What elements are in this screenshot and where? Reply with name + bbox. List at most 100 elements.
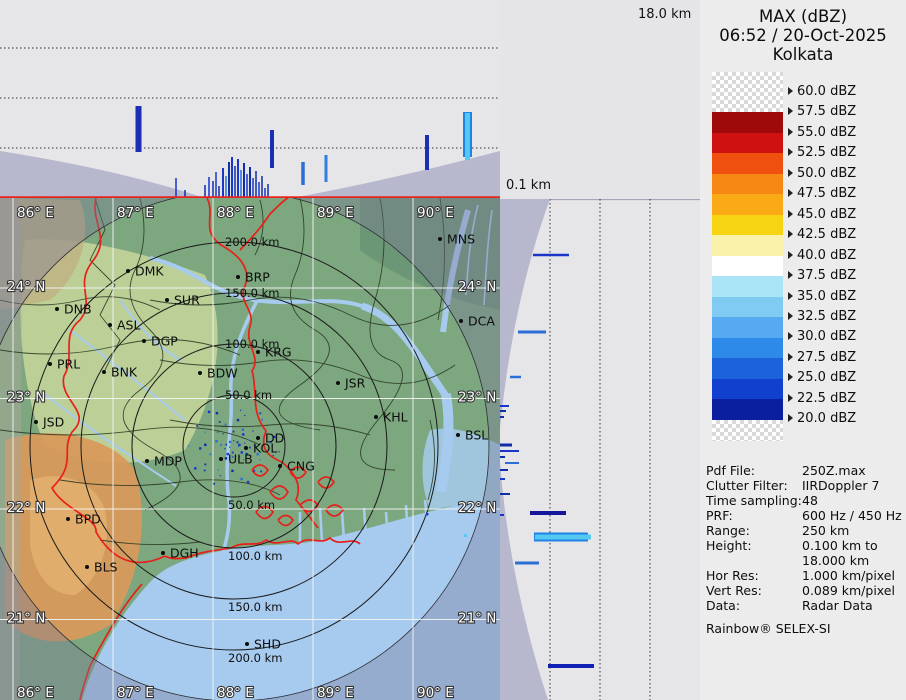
echo-profile-bar — [267, 184, 269, 197]
legend-label: 40.0 dBZ — [788, 249, 856, 263]
clutter-speckle — [205, 432, 206, 433]
geo-grid-label: 87° E — [117, 685, 154, 700]
geo-grid-label: 24° N — [7, 279, 45, 295]
info-row: Height:0.100 km to — [706, 538, 904, 553]
legend-label-text: 57.5 dBZ — [797, 104, 856, 119]
legend-tick-arrow-icon — [788, 189, 793, 197]
city-label: DGH — [170, 546, 199, 561]
city-label: ASL — [117, 318, 140, 333]
echo-profile-bar — [237, 159, 239, 197]
info-label: PRF: — [706, 508, 802, 523]
legend-label-text: 47.5 dBZ — [797, 186, 856, 201]
clutter-speckle — [220, 444, 222, 446]
legend-label: 55.0 dBZ — [788, 126, 856, 140]
legend-tick-arrow-icon — [788, 271, 793, 279]
radar-display-area: 50.0 km50.0 km100.0 km100.0 km150.0 km15… — [0, 0, 700, 700]
clutter-speckle — [233, 431, 235, 433]
city-dot — [236, 275, 240, 279]
echo-profile-bar — [325, 155, 328, 182]
clutter-speckle — [237, 419, 239, 421]
city-dot — [55, 307, 59, 311]
info-label: Range: — [706, 523, 802, 538]
city-label: SUR — [174, 293, 200, 308]
clutter-speckle — [252, 430, 253, 431]
echo-profile-bar — [249, 167, 251, 197]
ring-distance-label: 200.0 km — [228, 651, 282, 665]
legend-label: 30.0 dBZ — [788, 330, 856, 344]
echo-profile-bar — [500, 478, 505, 480]
legend-band — [712, 256, 783, 277]
clutter-speckle — [204, 470, 206, 472]
legend-band — [712, 379, 783, 400]
echo-profile-bar-core — [535, 535, 591, 540]
geo-grid-label: 90° E — [417, 685, 454, 700]
beam-shadow-wedge-top — [500, 199, 550, 428]
echo-profile-bar — [500, 444, 512, 447]
geo-grid-label: 90° E — [417, 205, 454, 221]
clutter-speckle — [220, 475, 221, 476]
geo-grid-label: 22° N — [7, 500, 45, 516]
echo-profile-bar — [252, 178, 254, 197]
clutter-speckle — [242, 433, 244, 435]
info-row: Clutter Filter:IIRDoppler 7 — [706, 478, 904, 493]
clutter-speckle — [248, 439, 249, 440]
echo-profile-bar — [264, 188, 266, 197]
echo-profile-bar — [301, 162, 305, 185]
legend-label: 25.0 dBZ — [788, 371, 856, 385]
clutter-speckle — [244, 415, 245, 416]
clutter-speckle — [217, 431, 218, 432]
clutter-speckle — [240, 410, 241, 411]
echo-profile-bar — [500, 469, 508, 471]
geo-grid-label: 21° N — [458, 611, 496, 627]
clutter-speckle — [209, 453, 211, 455]
clutter-speckle — [229, 447, 230, 448]
ring-distance-label: 100.0 km — [228, 549, 282, 563]
city-dot — [374, 415, 378, 419]
echo-profile-bar — [530, 511, 566, 515]
geo-grid-label: 86° E — [17, 205, 54, 221]
info-row: Hor Res:1.000 km/pixel — [706, 568, 904, 583]
clutter-speckle — [213, 483, 215, 485]
info-label: Time sampling: — [706, 493, 802, 508]
legend-label: 42.5 dBZ — [788, 228, 856, 242]
city-label: MNS — [447, 232, 475, 247]
info-value: 0.089 km/pixel — [802, 583, 904, 598]
clutter-speckle — [223, 433, 224, 434]
echo-profile-bar-core — [465, 113, 470, 160]
clutter-speckle — [238, 444, 240, 446]
ring-distance-label: 50.0 km — [228, 498, 275, 512]
city-dot — [165, 298, 169, 302]
legend-band — [712, 112, 783, 133]
city-dot — [102, 370, 106, 374]
echo-profile-bar — [258, 182, 260, 197]
info-label: Vert Res: — [706, 583, 802, 598]
city-label: BLS — [94, 560, 118, 575]
legend-label: 45.0 dBZ — [788, 208, 856, 222]
legend-tick-arrow-icon — [788, 332, 793, 340]
legend-band-above-max — [712, 72, 783, 112]
city-dot — [336, 381, 340, 385]
clutter-speckle — [204, 463, 206, 465]
clutter-speckle — [260, 459, 261, 460]
info-row: 18.000 km — [706, 553, 904, 568]
info-row: Pdf File:250Z.max — [706, 463, 904, 478]
legend-band-below-min — [712, 420, 783, 441]
legend-label-text: 55.0 dBZ — [797, 125, 856, 140]
clutter-speckle — [238, 446, 239, 447]
echo-profile-bar — [225, 176, 227, 197]
height-axis-max-label: 18.0 km — [638, 7, 691, 22]
geo-grid-label: 23° N — [458, 390, 496, 406]
echo-profile-bar — [548, 664, 594, 668]
legend-label: 32.5 dBZ — [788, 310, 856, 324]
legend-band — [712, 194, 783, 215]
city-dot — [256, 350, 260, 354]
legend-label-text: 40.0 dBZ — [797, 248, 856, 263]
echo-profile-bar — [136, 106, 142, 152]
clutter-speckle — [229, 441, 231, 443]
city-label: ULB — [228, 452, 253, 467]
echo-profile-bar — [218, 186, 220, 197]
legend-label: 27.5 dBZ — [788, 351, 856, 365]
legend-tick-arrow-icon — [788, 414, 793, 422]
legend-label: 20.0 dBZ — [788, 412, 856, 426]
legend-label-text: 37.5 dBZ — [797, 268, 856, 283]
